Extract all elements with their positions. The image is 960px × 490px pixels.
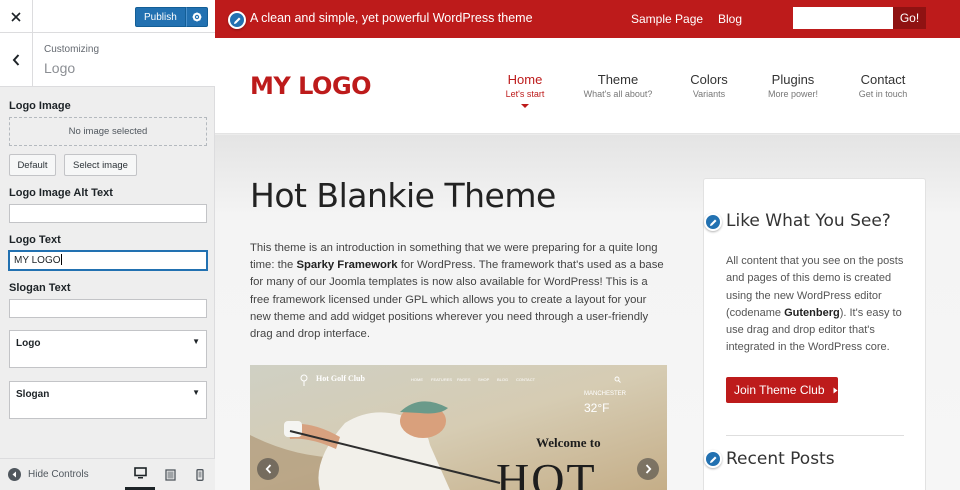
chevron-left-icon: [12, 54, 20, 66]
post-title: Hot Blankie Theme: [250, 176, 556, 215]
nav-label: Contact: [860, 72, 906, 87]
publish-settings-button[interactable]: [185, 7, 208, 27]
sidebar-widget: Like What You See? All content that you …: [703, 178, 926, 490]
edit-tagline-pencil-icon[interactable]: [228, 11, 246, 29]
dropdown-arrow-icon: ▼: [192, 388, 200, 397]
nav-label: Plugins: [771, 72, 815, 87]
hide-controls-button[interactable]: Hide Controls: [8, 468, 89, 481]
nav-label: Theme: [597, 72, 639, 87]
top-link-sample-page[interactable]: Sample Page: [631, 12, 703, 26]
section-header: Customizing Logo: [0, 33, 215, 87]
nav-sublabel: What's all about?: [583, 89, 653, 99]
tablet-preview-button[interactable]: [155, 459, 185, 490]
customizer-footer: Hide Controls: [0, 458, 215, 490]
logo-alt-label: Logo Image Alt Text: [9, 187, 113, 199]
site-preview: A clean and simple, yet powerful WordPre…: [215, 0, 960, 490]
post-body: This theme is an introduction in somethi…: [250, 242, 664, 341]
tablet-icon: [164, 468, 176, 481]
logo-select[interactable]: Logo ▼: [9, 330, 207, 368]
nav-item-plugins[interactable]: Plugins More power!: [743, 72, 843, 99]
nav-item-theme[interactable]: Theme What's all about?: [568, 72, 668, 99]
desktop-preview-button[interactable]: [125, 459, 155, 490]
mobile-icon: [196, 468, 204, 481]
caret-right-icon: [833, 387, 837, 393]
join-theme-club-button[interactable]: Join Theme Club: [726, 377, 838, 403]
hero-menu-item: PAGES: [457, 377, 471, 382]
search-go-button[interactable]: Go!: [893, 7, 926, 29]
site-tagline: A clean and simple, yet powerful WordPre…: [250, 11, 533, 25]
slogan-text-input[interactable]: [9, 299, 207, 318]
slogan-select-label: Slogan: [16, 389, 50, 400]
select-image-button[interactable]: Select image: [64, 154, 137, 176]
publish-button[interactable]: Publish: [135, 7, 186, 27]
hero-menu-item: FEATURES: [431, 377, 453, 382]
hero-menu-item: BLOG: [497, 377, 509, 382]
widget-text: All content that you see on the posts an…: [726, 255, 904, 354]
logo-select-label: Logo: [16, 338, 41, 349]
widget-text-bold: Gutenberg: [784, 306, 840, 319]
publish-group: Publish: [135, 7, 208, 27]
slider-next-button[interactable]: [637, 458, 659, 480]
site-logo[interactable]: MY LOGO: [250, 72, 372, 100]
logo-text-value: MY LOGO: [14, 255, 61, 266]
logo-text-label: Logo Text: [9, 234, 61, 246]
nav-item-contact[interactable]: Contact Get in touch: [833, 72, 933, 99]
breadcrumb: Customizing: [44, 44, 100, 55]
hero-slider-image: Hot Golf Club HOME FEATURES PAGES SHOP B…: [250, 365, 667, 490]
active-indicator-icon: [521, 104, 529, 108]
nav-sublabel: Get in touch: [858, 89, 908, 99]
desktop-icon: [133, 467, 147, 479]
golf-logo-icon: [300, 374, 308, 386]
gear-icon: [192, 12, 202, 22]
slider-prev-button[interactable]: [257, 458, 279, 480]
chevron-left-icon: [265, 464, 271, 474]
hero-welcome: Welcome to: [536, 435, 601, 450]
dropdown-arrow-icon: ▼: [192, 337, 200, 346]
collapse-arrow-icon: [8, 468, 21, 481]
hero-menu-item: SHOP: [478, 377, 490, 382]
site-search-input[interactable]: [793, 7, 893, 29]
hero-big-text: HOT: [496, 454, 597, 490]
nav-sublabel: More power!: [767, 89, 819, 99]
chevron-right-icon: [645, 464, 651, 474]
recent-posts-title: Recent Posts: [726, 449, 835, 469]
hero-weather-city: MANCHESTER: [584, 391, 627, 397]
customizer-sidebar: Publish Customizing Logo Logo Image No i…: [0, 0, 215, 490]
logo-text-input[interactable]: MY LOGO: [9, 251, 207, 270]
nav-item-home[interactable]: Home Let's start: [475, 72, 575, 108]
logo-alt-input[interactable]: [9, 204, 207, 223]
slogan-text-label: Slogan Text: [9, 282, 71, 294]
back-button[interactable]: [0, 33, 33, 87]
hero-brand: Hot Golf Club: [316, 374, 365, 383]
hero-weather-temp: 32°F: [584, 401, 610, 415]
hero-menu-item: HOME: [411, 377, 423, 382]
preview-topbar: A clean and simple, yet powerful WordPre…: [215, 0, 960, 38]
nav-sublabel: Let's start: [505, 89, 545, 99]
mobile-preview-button[interactable]: [185, 459, 215, 490]
site-header: MY LOGO Home Let's start Theme What's al…: [215, 38, 960, 134]
logo-image-label: Logo Image: [9, 100, 71, 112]
hero-navbar: Hot Golf Club HOME FEATURES PAGES SHOP B…: [250, 365, 667, 393]
widget-title: Like What You See?: [726, 211, 891, 231]
post-body-bold: Sparky Framework: [296, 259, 398, 272]
hero-search-icon: [614, 376, 621, 383]
edit-recent-posts-pencil-icon[interactable]: [704, 450, 722, 468]
section-title: Logo: [44, 60, 76, 76]
close-icon: [11, 11, 21, 22]
top-link-blog[interactable]: Blog: [718, 12, 742, 26]
hide-controls-label: Hide Controls: [28, 469, 89, 480]
close-customizer-button[interactable]: [0, 0, 33, 33]
widget-divider: [726, 435, 904, 436]
edit-widget-pencil-icon[interactable]: [704, 213, 722, 231]
join-button-label: Join Theme Club: [734, 383, 825, 397]
text-caret: [60, 254, 62, 265]
slogan-select[interactable]: Slogan ▼: [9, 381, 207, 419]
hero-menu-item: CONTACT: [516, 377, 536, 382]
logo-image-placeholder[interactable]: No image selected: [9, 117, 207, 146]
customizer-topbar: Publish: [0, 0, 215, 33]
default-button[interactable]: Default: [9, 154, 56, 176]
nav-label: Home: [507, 72, 543, 87]
